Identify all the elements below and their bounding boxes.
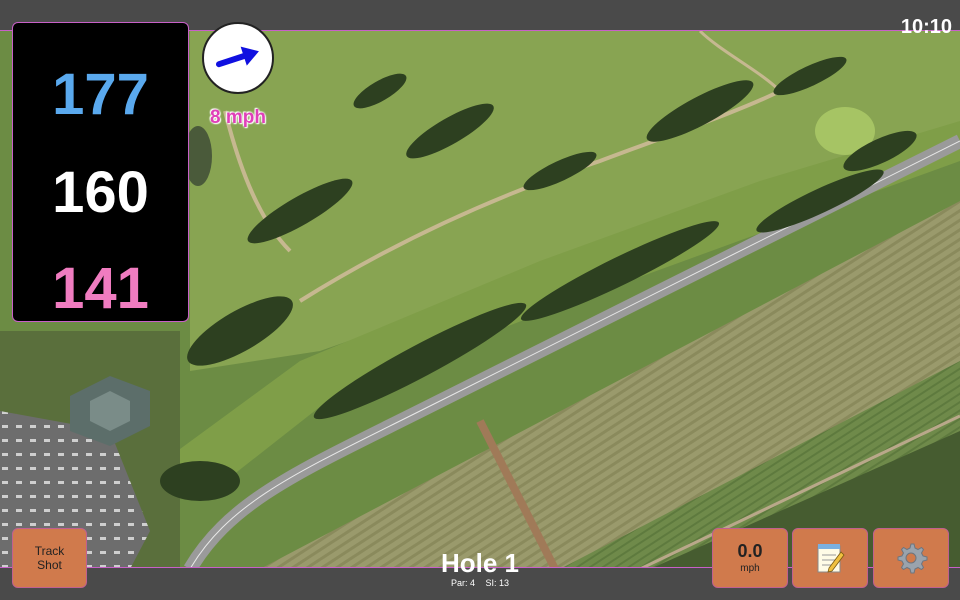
back-distance: 177 bbox=[52, 62, 149, 127]
wind-speed: 8 mph bbox=[210, 107, 266, 128]
distance-panel: 177 160 141 bbox=[12, 22, 189, 322]
speed-unit: mph bbox=[740, 563, 760, 574]
front-distance: 141 bbox=[52, 256, 149, 321]
track-shot-label-line1: Track bbox=[34, 544, 65, 558]
hole-title: Hole 1 bbox=[440, 548, 520, 578]
wind-arrow-icon bbox=[215, 46, 259, 68]
gear-icon bbox=[897, 543, 928, 574]
track-shot-label-line2: Shot bbox=[37, 558, 62, 572]
settings-button[interactable] bbox=[873, 528, 949, 588]
hole-par: Par: 4 bbox=[450, 578, 475, 588]
notepad-icon bbox=[817, 544, 845, 573]
hole-stroke-index: SI: 13 bbox=[485, 578, 510, 588]
notes-button[interactable] bbox=[792, 528, 868, 588]
track-shot-button[interactable]: Track Shot bbox=[12, 528, 87, 588]
speed-button[interactable]: 0.0 mph bbox=[712, 528, 788, 588]
middle-distance: 160 bbox=[52, 160, 149, 225]
clock: 10:10 bbox=[900, 16, 952, 38]
wind-indicator bbox=[202, 22, 274, 94]
hole-info: Par: 4 SI: 13 bbox=[380, 577, 580, 589]
speed-value: 0.0 bbox=[737, 541, 763, 561]
